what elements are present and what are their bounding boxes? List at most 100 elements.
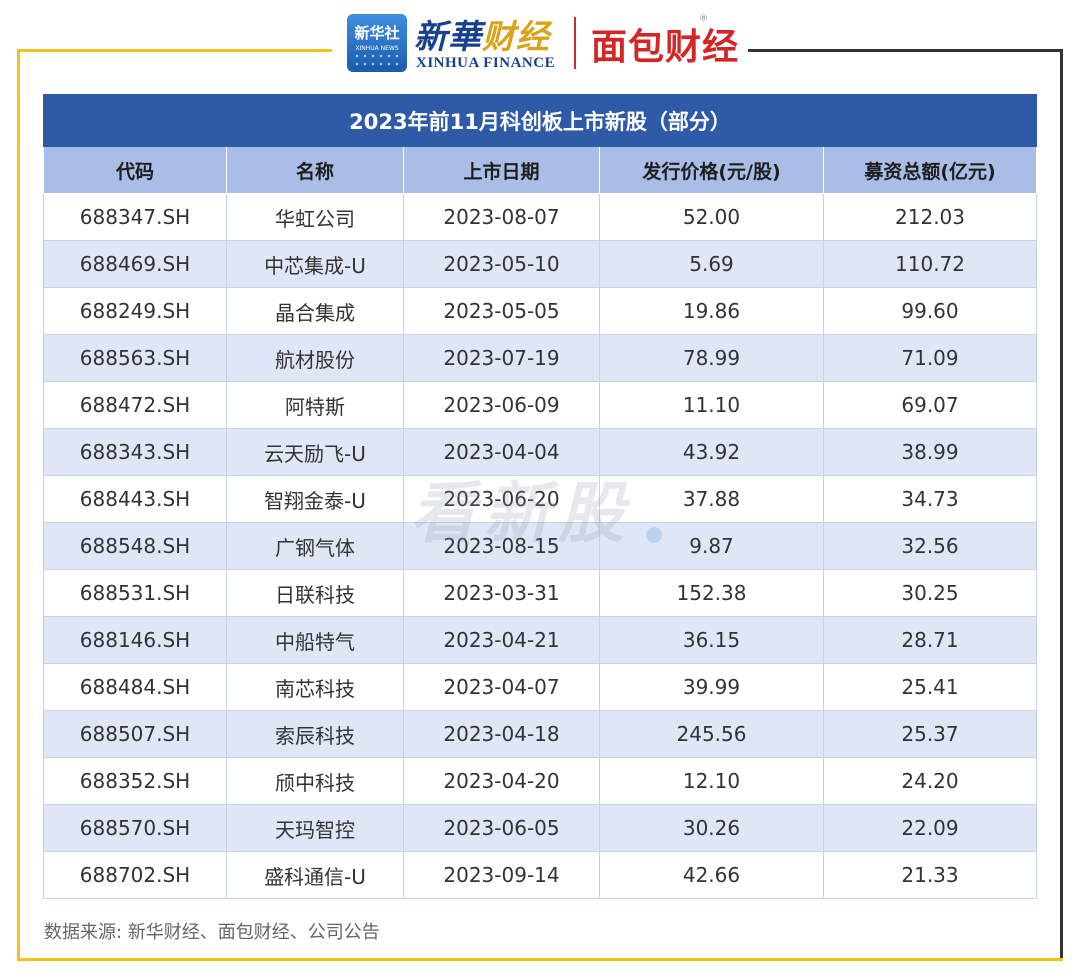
column-header-raised-amount: 募资总额(亿元) xyxy=(822,146,1038,194)
cell-raised-amount: 34.73 xyxy=(822,475,1038,523)
table-row: 688347.SH 华虹公司 2023-08-07 52.00 212.03 xyxy=(43,193,1038,241)
table-row: 688531.SH 日联科技 2023-03-31 152.38 30.25 xyxy=(43,569,1038,617)
table-row: 688249.SH 晶合集成 2023-05-05 19.86 99.60 xyxy=(43,287,1038,335)
cell-listing-date: 2023-07-19 xyxy=(403,334,600,382)
cell-issue-price: 39.99 xyxy=(599,663,824,711)
cell-listing-date: 2023-04-07 xyxy=(403,663,600,711)
cell-name: 天玛智控 xyxy=(226,804,404,852)
table-row: 688146.SH 中船特气 2023-04-21 36.15 28.71 xyxy=(43,616,1038,664)
cell-code: 688531.SH xyxy=(43,569,227,617)
cell-raised-amount: 28.71 xyxy=(822,616,1038,664)
cell-name: 颀中科技 xyxy=(226,757,404,805)
cell-issue-price: 37.88 xyxy=(599,475,824,523)
cell-listing-date: 2023-04-21 xyxy=(403,616,600,664)
table-row: 688343.SH 云天励飞-U 2023-04-04 43.92 38.99 xyxy=(43,428,1038,476)
cell-raised-amount: 30.25 xyxy=(822,569,1038,617)
watermark-dot-icon xyxy=(646,527,662,543)
cell-issue-price: 78.99 xyxy=(599,334,824,382)
cell-name: 华虹公司 xyxy=(226,193,404,241)
cell-code: 688702.SH xyxy=(43,851,227,899)
cell-code: 688570.SH xyxy=(43,804,227,852)
cell-issue-price: 245.56 xyxy=(599,710,824,758)
frame-top-left-line xyxy=(17,49,332,52)
cell-raised-amount: 110.72 xyxy=(822,240,1038,288)
table-row: 688443.SH 智翔金泰-U 2023-06-20 37.88 34.73 xyxy=(43,475,1038,523)
network-dots-icon xyxy=(353,52,401,68)
cell-code: 688146.SH xyxy=(43,616,227,664)
brand-cn-prefix: 新華 xyxy=(414,17,482,56)
xinhua-news-logo: 新华社 XINHUA NEWS xyxy=(347,14,407,72)
column-header-name: 名称 xyxy=(226,146,404,194)
cell-raised-amount: 71.09 xyxy=(822,334,1038,382)
brand-cn-suffix: 财经 xyxy=(482,17,550,56)
cell-issue-price: 11.10 xyxy=(599,381,824,429)
frame-right-line xyxy=(1060,49,1063,961)
column-header-code: 代码 xyxy=(43,146,227,194)
cell-listing-date: 2023-08-15 xyxy=(403,522,600,570)
cell-name: 日联科技 xyxy=(226,569,404,617)
cell-code: 688563.SH xyxy=(43,334,227,382)
xinhua-news-logo-subtext: XINHUA NEWS xyxy=(355,45,399,52)
cell-listing-date: 2023-04-20 xyxy=(403,757,600,805)
cell-listing-date: 2023-08-07 xyxy=(403,193,600,241)
table-row: 688352.SH 颀中科技 2023-04-20 12.10 24.20 xyxy=(43,757,1038,805)
cell-code: 688443.SH xyxy=(43,475,227,523)
frame-bottom-line xyxy=(17,958,1063,961)
table-title-row: 2023年前11月科创板上市新股（部分） xyxy=(42,94,1038,147)
xinhua-news-logo-text: 新华社 xyxy=(354,24,400,42)
cell-raised-amount: 22.09 xyxy=(822,804,1038,852)
cell-listing-date: 2023-06-20 xyxy=(403,475,600,523)
cell-name: 晶合集成 xyxy=(226,287,404,335)
cell-issue-price: 36.15 xyxy=(599,616,824,664)
cell-name: 广钢气体 xyxy=(226,522,404,570)
cell-issue-price: 42.66 xyxy=(599,851,824,899)
cell-issue-price: 30.26 xyxy=(599,804,824,852)
table-row: 688507.SH 索辰科技 2023-04-18 245.56 25.37 xyxy=(43,710,1038,758)
cell-listing-date: 2023-05-10 xyxy=(403,240,600,288)
table-header-row: 代码 名称 上市日期 发行价格(元/股) 募资总额(亿元) xyxy=(43,146,1038,194)
cell-name: 智翔金泰-U xyxy=(226,475,404,523)
cell-listing-date: 2023-06-05 xyxy=(403,804,600,852)
cell-name: 盛科通信-U xyxy=(226,851,404,899)
frame-top-right-line xyxy=(748,49,1063,52)
brand-divider xyxy=(574,17,576,69)
cell-raised-amount: 32.56 xyxy=(822,522,1038,570)
cell-code: 688249.SH xyxy=(43,287,227,335)
cell-issue-price: 12.10 xyxy=(599,757,824,805)
cell-code: 688548.SH xyxy=(43,522,227,570)
cell-name: 云天励飞-U xyxy=(226,428,404,476)
cell-raised-amount: 38.99 xyxy=(822,428,1038,476)
table-row: 688472.SH 阿特斯 2023-06-09 11.10 69.07 xyxy=(43,381,1038,429)
cell-name: 中芯集成-U xyxy=(226,240,404,288)
cell-code: 688484.SH xyxy=(43,663,227,711)
cell-name: 南芯科技 xyxy=(226,663,404,711)
xinhua-finance-logo-en: XINHUA FINANCE xyxy=(416,55,556,71)
cell-code: 688507.SH xyxy=(43,710,227,758)
cell-code: 688343.SH xyxy=(43,428,227,476)
mianbao-finance-logo: 面包财经 xyxy=(591,27,740,68)
cell-issue-price: 52.00 xyxy=(599,193,824,241)
column-header-listing-date: 上市日期 xyxy=(403,146,600,194)
cell-issue-price: 19.86 xyxy=(599,287,824,335)
cell-issue-price: 152.38 xyxy=(599,569,824,617)
cell-raised-amount: 21.33 xyxy=(822,851,1038,899)
cell-name: 阿特斯 xyxy=(226,381,404,429)
ipo-table-container: 2023年前11月科创板上市新股（部分） 代码 名称 上市日期 发行价格(元/股… xyxy=(42,94,1038,899)
cell-code: 688352.SH xyxy=(43,757,227,805)
cell-listing-date: 2023-04-18 xyxy=(403,710,600,758)
cell-listing-date: 2023-09-14 xyxy=(403,851,600,899)
cell-name: 中船特气 xyxy=(226,616,404,664)
cell-name: 航材股份 xyxy=(226,334,404,382)
source-note: 数据来源: 新华财经、面包财经、公司公告 xyxy=(44,922,380,943)
cell-raised-amount: 212.03 xyxy=(822,193,1038,241)
cell-issue-price: 9.87 xyxy=(599,522,824,570)
cell-listing-date: 2023-05-05 xyxy=(403,287,600,335)
xinhua-finance-logo-cn: 新華财经 xyxy=(414,10,550,58)
table-row: 688570.SH 天玛智控 2023-06-05 30.26 22.09 xyxy=(43,804,1038,852)
table-row: 688702.SH 盛科通信-U 2023-09-14 42.66 21.33 xyxy=(43,851,1038,899)
table-row: 688484.SH 南芯科技 2023-04-07 39.99 25.41 xyxy=(43,663,1038,711)
table-row: 688548.SH 广钢气体 2023-08-15 9.87 32.56 xyxy=(43,522,1038,570)
frame-left-line xyxy=(17,49,20,961)
cell-raised-amount: 25.41 xyxy=(822,663,1038,711)
cell-issue-price: 43.92 xyxy=(599,428,824,476)
